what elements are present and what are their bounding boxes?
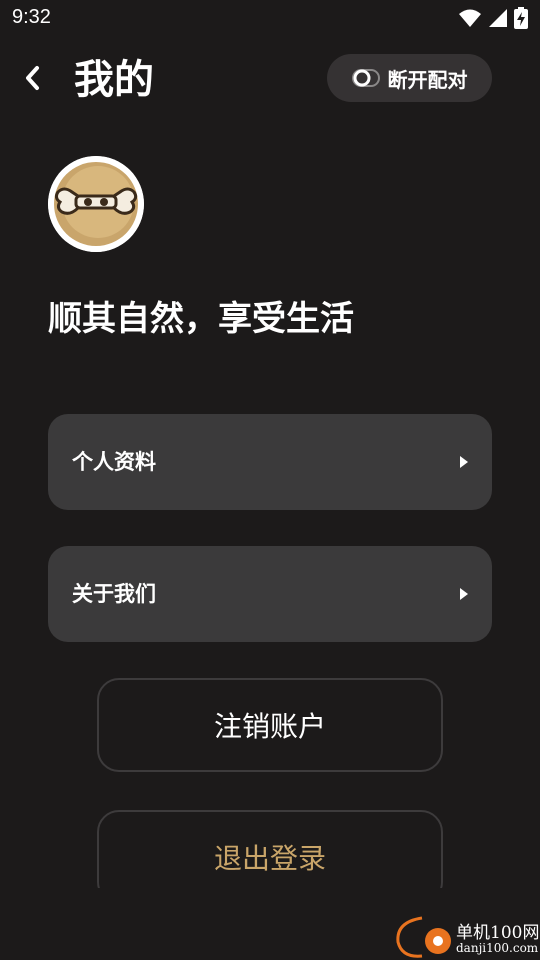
menu-item-label: 关于我们 [72, 582, 156, 606]
bone-avatar-icon [48, 156, 144, 252]
menu-item-profile[interactable]: 个人资料 [48, 414, 492, 510]
toggle-icon [351, 69, 380, 87]
watermark: 单机100网 danji100.com [392, 912, 540, 960]
menu-item-about-us[interactable]: 关于我们 [48, 546, 492, 642]
watermark-title: 单机100网 [456, 923, 540, 943]
watermark-logo-icon [396, 916, 451, 958]
menu-item-label: 个人资料 [72, 450, 156, 474]
header: 我的 断开配对 [0, 50, 540, 110]
triangle-right-icon [460, 456, 468, 468]
status-time: 9:32 [12, 6, 51, 28]
avatar[interactable] [48, 156, 144, 252]
back-button[interactable] [14, 58, 50, 98]
chevron-left-icon [26, 66, 39, 90]
status-icons [458, 6, 528, 30]
triangle-right-icon [460, 588, 468, 600]
signal-icon [489, 9, 507, 27]
disconnect-pairing-label: 断开配对 [387, 67, 468, 92]
battery-charging-icon [514, 7, 528, 29]
disconnect-pairing-button[interactable]: 断开配对 [327, 54, 492, 102]
watermark-subtitle: danji100.com [456, 941, 539, 955]
status-bar: 9:32 [0, 0, 540, 36]
profile-motto: 顺其自然，享受生活 [48, 299, 354, 339]
page-title: 我的 [74, 57, 154, 103]
deactivate-account-button[interactable]: 注销账户 [97, 678, 443, 772]
wifi-icon [459, 9, 481, 27]
